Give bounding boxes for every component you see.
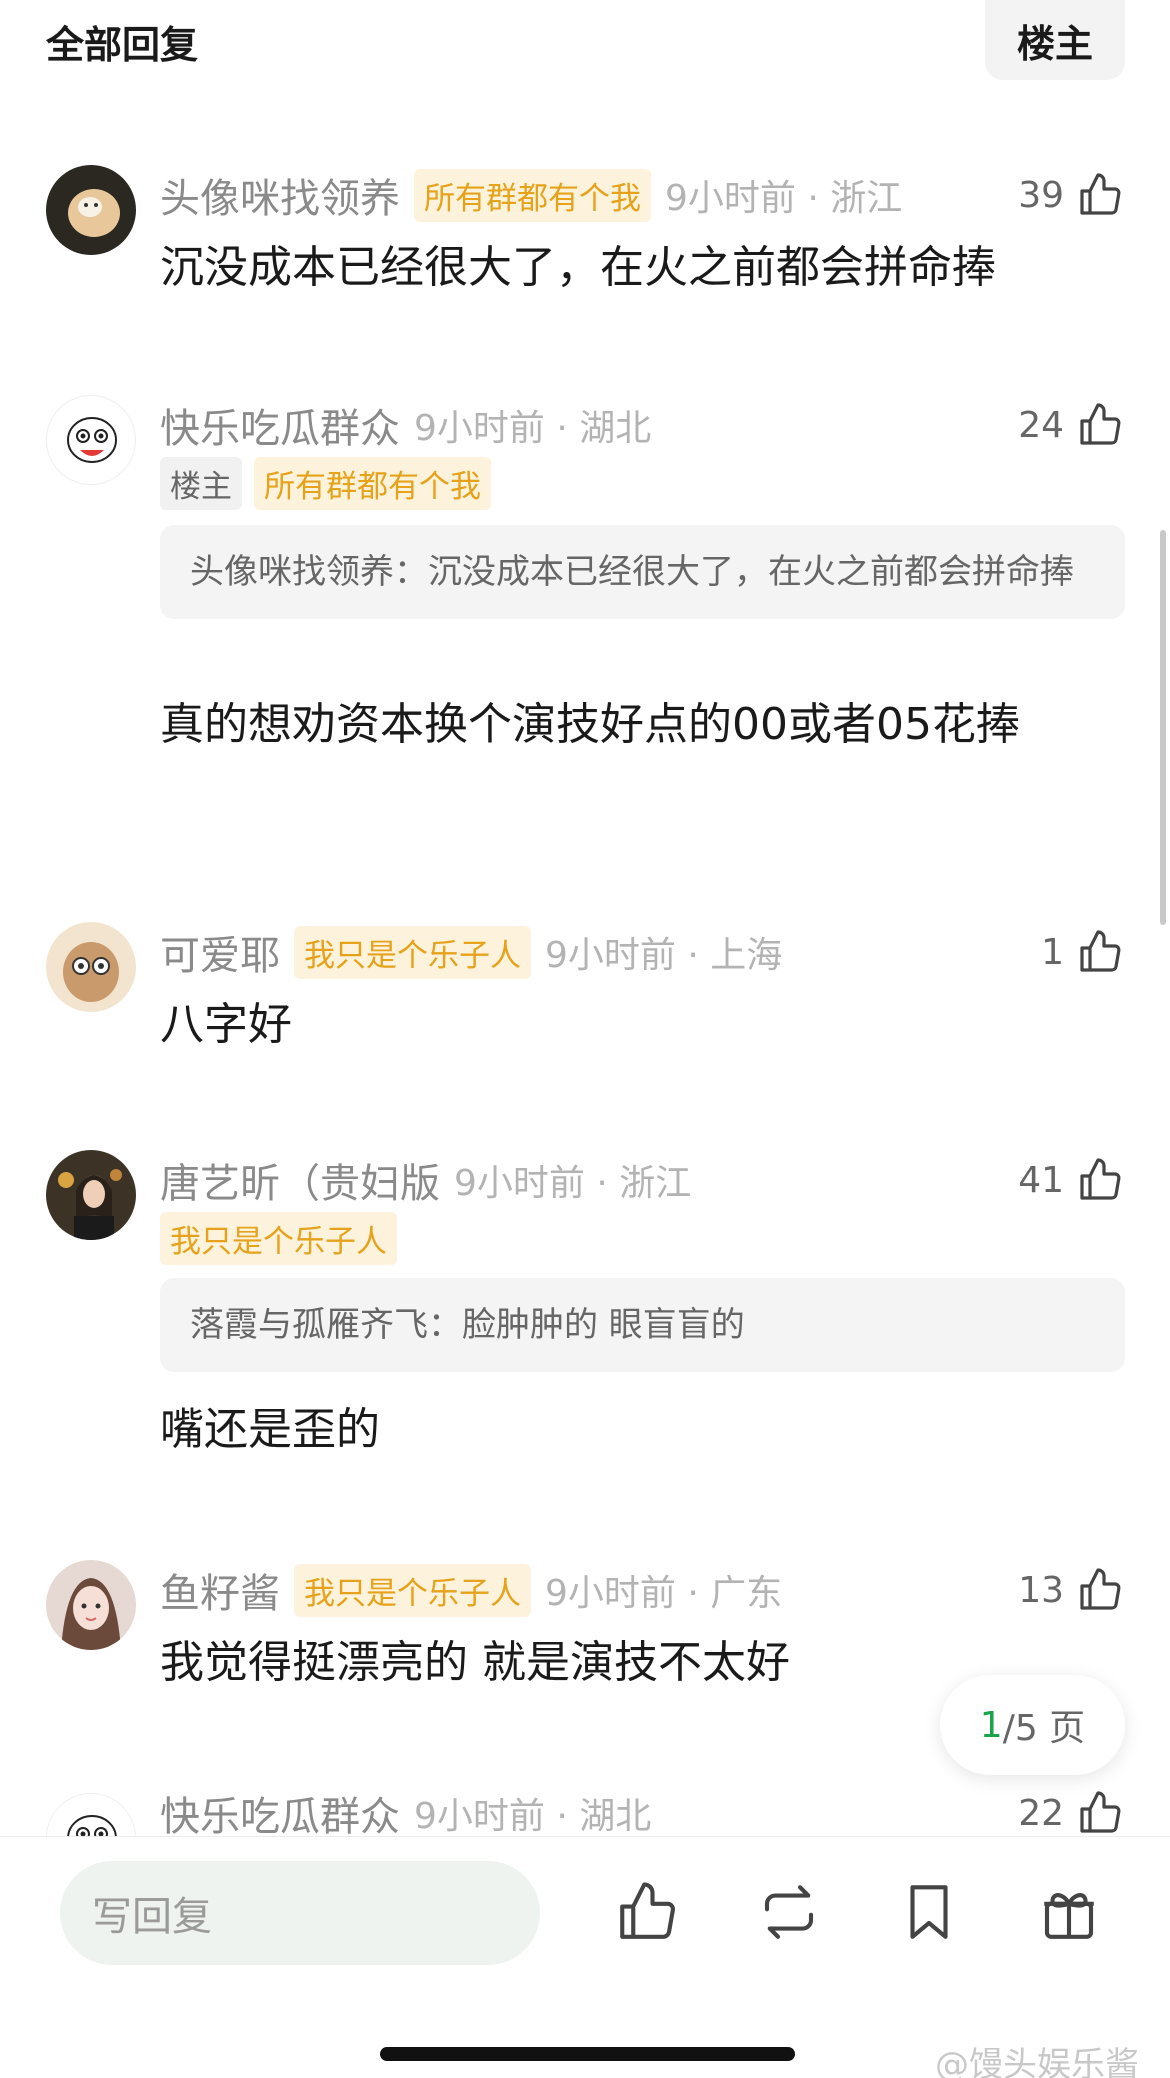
group-badge: 所有群都有个我 (254, 457, 491, 510)
page-indicator[interactable]: 1/5 页 (940, 1675, 1125, 1775)
quoted-comment[interactable]: 落霞与孤雁齐飞：脸肿肿的 眼盲盲的 (160, 1278, 1125, 1372)
scrollbar[interactable] (1160, 530, 1166, 925)
group-badge: 我只是个乐子人 (294, 1563, 531, 1617)
timestamp-location: 9小时前 · 浙江 (665, 178, 903, 219)
like-button[interactable]: 1 (1041, 924, 1124, 980)
gift-icon[interactable] (1036, 1879, 1102, 1945)
like-button[interactable]: 13 (1018, 1562, 1124, 1618)
comment-header: 唐艺昕（贵妇版 9小时前 · 浙江 (160, 1152, 691, 1208)
like-count: 39 (1018, 174, 1064, 216)
username[interactable]: 快乐吃瓜群众 (160, 1784, 400, 1836)
username[interactable]: 可爱耶 (160, 923, 280, 981)
username[interactable]: 鱼籽酱 (160, 1561, 280, 1619)
comment-text: 沉没成本已经很大了，在火之前都会拼命捧 (160, 242, 996, 293)
repost-icon[interactable] (756, 1879, 822, 1945)
like-button[interactable]: 24 (1018, 397, 1124, 453)
avatar[interactable] (46, 1793, 136, 1836)
timestamp-location: 9小时前 · 上海 (545, 935, 783, 976)
comment-header: 鱼籽酱 我只是个乐子人 9小时前 · 广东 (160, 1562, 782, 1618)
timestamp-location: 9小时前 · 湖北 (414, 408, 652, 449)
avatar[interactable] (46, 1150, 136, 1240)
thumbs-up-icon (1080, 1791, 1121, 1833)
comment-header: 头像咪找领养 所有群都有个我 9小时前 · 浙江 (160, 167, 902, 223)
like-count: 41 (1018, 1159, 1064, 1201)
comment-header: 快乐吃瓜群众 9小时前 · 湖北 (160, 397, 651, 453)
badges: 楼主 所有群都有个我 (160, 457, 491, 510)
comment-item: 快乐吃瓜群众 9小时前 · 湖北 22 (0, 1783, 1170, 1836)
username[interactable]: 头像咪找领养 (160, 166, 400, 224)
home-indicator (380, 2047, 795, 2061)
timestamp-location: 9小时前 · 广东 (545, 1573, 783, 1614)
comment-text: 嘴还是歪的 (160, 1404, 380, 1455)
header: 全部回复 楼主 (0, 0, 1170, 110)
avatar[interactable] (46, 165, 136, 255)
like-button[interactable]: 22 (1018, 1785, 1124, 1836)
group-badge: 我只是个乐子人 (294, 925, 531, 979)
bottom-action-bar: 写回复 @馒头娱乐酱 (0, 1836, 1170, 2078)
thumbs-up-icon (1080, 403, 1121, 445)
comment-header: 可爱耶 我只是个乐子人 9小时前 · 上海 (160, 924, 782, 980)
total-pages: /5 页 (1002, 1708, 1086, 1749)
bookmark-icon[interactable] (896, 1879, 962, 1945)
op-badge: 楼主 (160, 457, 242, 510)
avatar[interactable] (46, 922, 136, 1012)
like-count: 13 (1018, 1569, 1064, 1611)
avatar[interactable] (46, 395, 136, 485)
timestamp-location: 9小时前 · 湖北 (414, 1796, 652, 1836)
badges: 我只是个乐子人 (160, 1212, 397, 1265)
thumbs-up-icon (1080, 1568, 1121, 1610)
comment-text: 八字好 (160, 999, 292, 1050)
like-button[interactable]: 39 (1018, 167, 1124, 223)
like-button[interactable]: 41 (1018, 1152, 1124, 1208)
page-title: 全部回复 (46, 23, 199, 67)
thumbs-up-icon (1080, 173, 1121, 215)
watermark: @馒头娱乐酱 (935, 2045, 1139, 2078)
username[interactable]: 快乐吃瓜群众 (160, 396, 400, 454)
current-page: 1 (979, 1704, 1003, 1746)
like-count: 22 (1018, 1792, 1064, 1834)
quoted-comment[interactable]: 头像咪找领养：沉没成本已经很大了，在火之前都会拼命捧 (160, 525, 1125, 619)
like-count: 24 (1018, 404, 1064, 446)
op-filter-button[interactable]: 楼主 (985, 0, 1125, 80)
timestamp-location: 9小时前 · 浙江 (454, 1163, 692, 1204)
group-badge: 所有群都有个我 (414, 168, 651, 222)
reply-input[interactable]: 写回复 (60, 1861, 540, 1965)
comment-header: 快乐吃瓜群众 9小时前 · 湖北 (160, 1785, 651, 1836)
avatar[interactable] (46, 1560, 136, 1650)
username[interactable]: 唐艺昕（贵妇版 (160, 1151, 440, 1209)
thumbs-up-icon (1080, 1158, 1121, 1200)
thumbs-up-icon[interactable] (614, 1879, 680, 1945)
thumbs-up-icon (1080, 930, 1121, 972)
group-badge: 我只是个乐子人 (160, 1212, 397, 1265)
comment-text: 真的想劝资本换个演技好点的00或者05花捧 (160, 699, 1020, 750)
like-count: 1 (1041, 931, 1064, 973)
